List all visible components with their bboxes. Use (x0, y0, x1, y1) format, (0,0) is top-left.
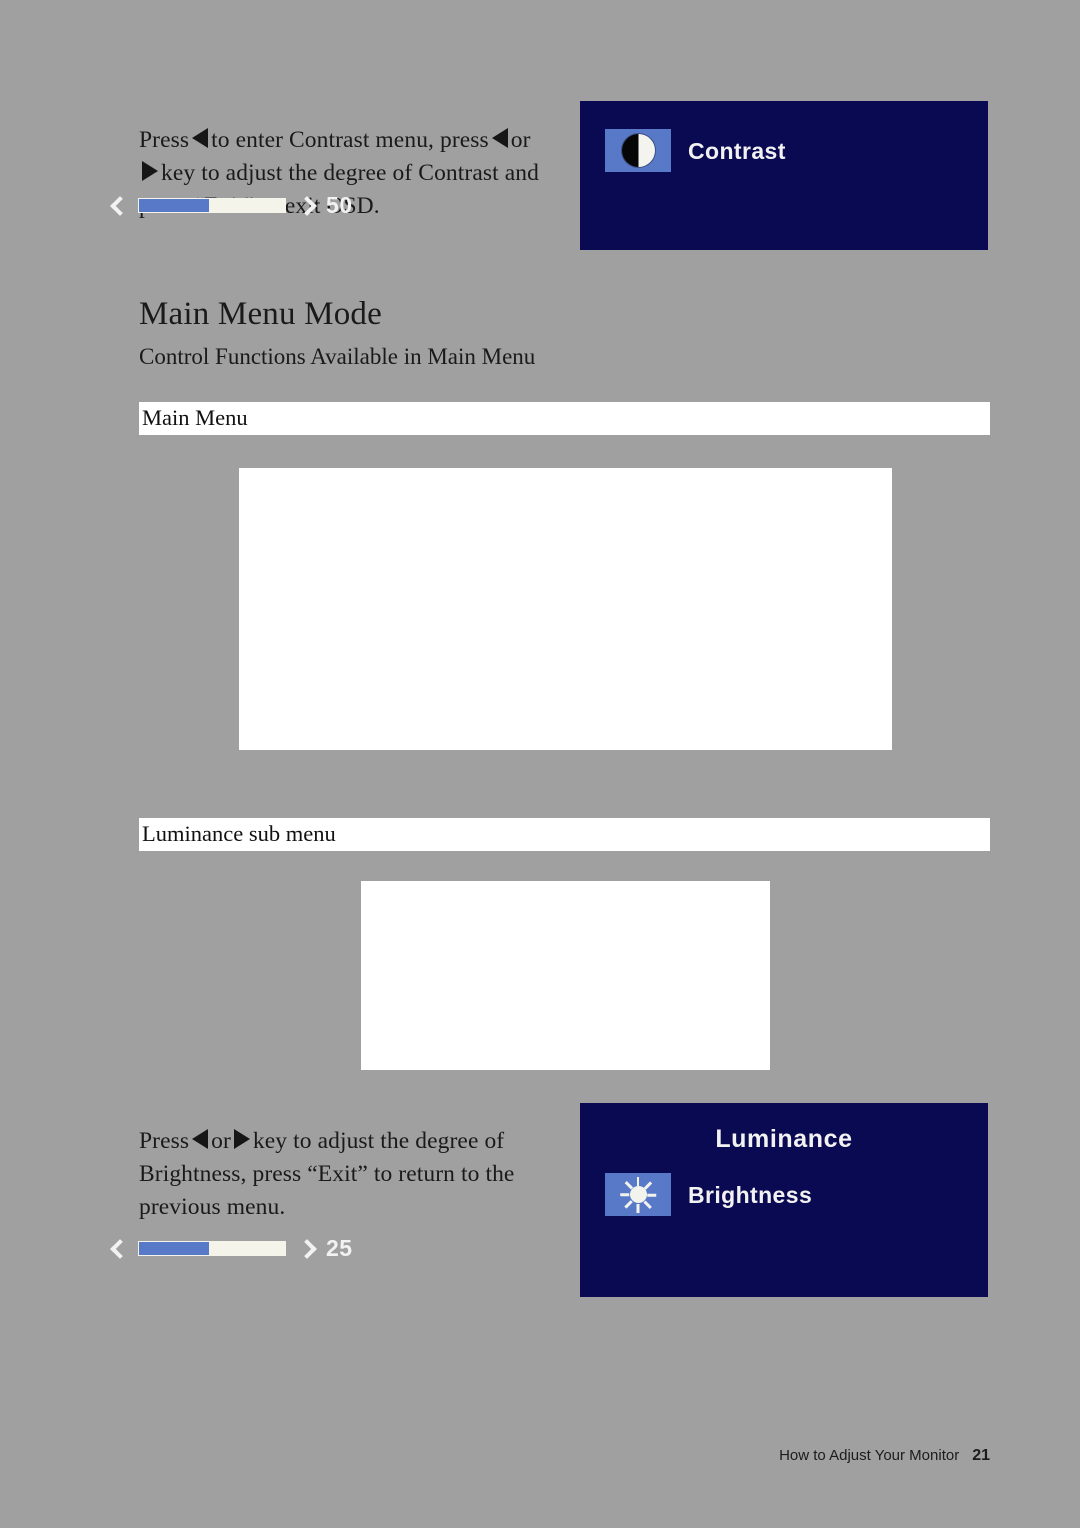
main-menu-screenshot-placeholder (239, 468, 892, 750)
osd-contrast-label: Contrast (688, 138, 786, 164)
page-footer: How to Adjust Your Monitor 21 (779, 1447, 990, 1465)
caption-band-main-menu: Main Menu (139, 402, 990, 435)
osd-brightness-label: Brightness (688, 1182, 813, 1208)
chevron-right-icon[interactable] (298, 195, 316, 217)
chevron-right-icon[interactable] (298, 1238, 316, 1260)
chevron-left-icon[interactable] (108, 195, 126, 217)
caption-main-menu-label: Main Menu (142, 405, 248, 430)
contrast-value: 50 (326, 192, 353, 218)
right-arrow-icon (233, 1128, 250, 1149)
contrast-instr-line2: key to adjust the degree of Contrast and (161, 159, 539, 186)
right-arrow-icon (142, 160, 158, 181)
left-arrow-icon (192, 127, 209, 148)
brightness-value: 25 (326, 1235, 353, 1261)
manual-page: Press to enter Contrast menu, press or key… (0, 0, 1080, 1528)
caption-band-luminance-sub-menu: Luminance sub menu (139, 818, 990, 851)
contrast-instr-line1-a: Press (139, 126, 190, 153)
page-subtitle: Control Functions Available in Main Menu (139, 344, 536, 369)
brightness-instr-line3: previous menu. (139, 1193, 286, 1220)
contrast-instr-line1-c: or (510, 126, 531, 153)
brightness-sun-icon (605, 1173, 671, 1216)
contrast-icon (605, 129, 671, 172)
page-title: Main Menu Mode (139, 296, 382, 332)
contrast-disc-glyph (621, 134, 655, 167)
caption-luminance-sub-menu-label: Luminance sub menu (142, 821, 336, 846)
brightness-instr-line1-c: key to adjust the degree of (252, 1127, 505, 1154)
luminance-sub-menu-screenshot-placeholder (361, 881, 770, 1070)
sun-glyph (620, 1176, 656, 1213)
brightness-slider-track[interactable] (138, 1241, 286, 1256)
left-arrow-icon (491, 127, 508, 148)
footer-page-number: 21 (972, 1447, 990, 1464)
osd-panel-luminance: Luminance Brightness (580, 1103, 988, 1297)
brightness-slider-fill (139, 1242, 210, 1255)
osd-luminance-slider-row[interactable]: 25 (108, 1235, 353, 1262)
contrast-instr-line1-b: to enter Contrast menu, press (211, 126, 489, 153)
brightness-instr-line1-a: Press (139, 1127, 190, 1154)
brightness-instruction-text: Press or key to adjust the degree of Brigh… (139, 1125, 529, 1224)
contrast-slider-track[interactable] (138, 198, 286, 213)
osd-luminance-title: Luminance (715, 1125, 853, 1153)
contrast-slider-fill (139, 199, 210, 212)
brightness-instr-line1-b: or (211, 1127, 231, 1154)
brightness-instr-line2: Brightness, press “Exit” to return to th… (139, 1160, 515, 1187)
osd-panel-contrast: Contrast (580, 101, 988, 250)
osd-contrast-slider-row[interactable]: 50 (108, 192, 353, 219)
footer-chapter-label: How to Adjust Your Monitor (779, 1447, 960, 1464)
left-arrow-icon (192, 1128, 209, 1149)
chevron-left-icon[interactable] (108, 1238, 126, 1260)
